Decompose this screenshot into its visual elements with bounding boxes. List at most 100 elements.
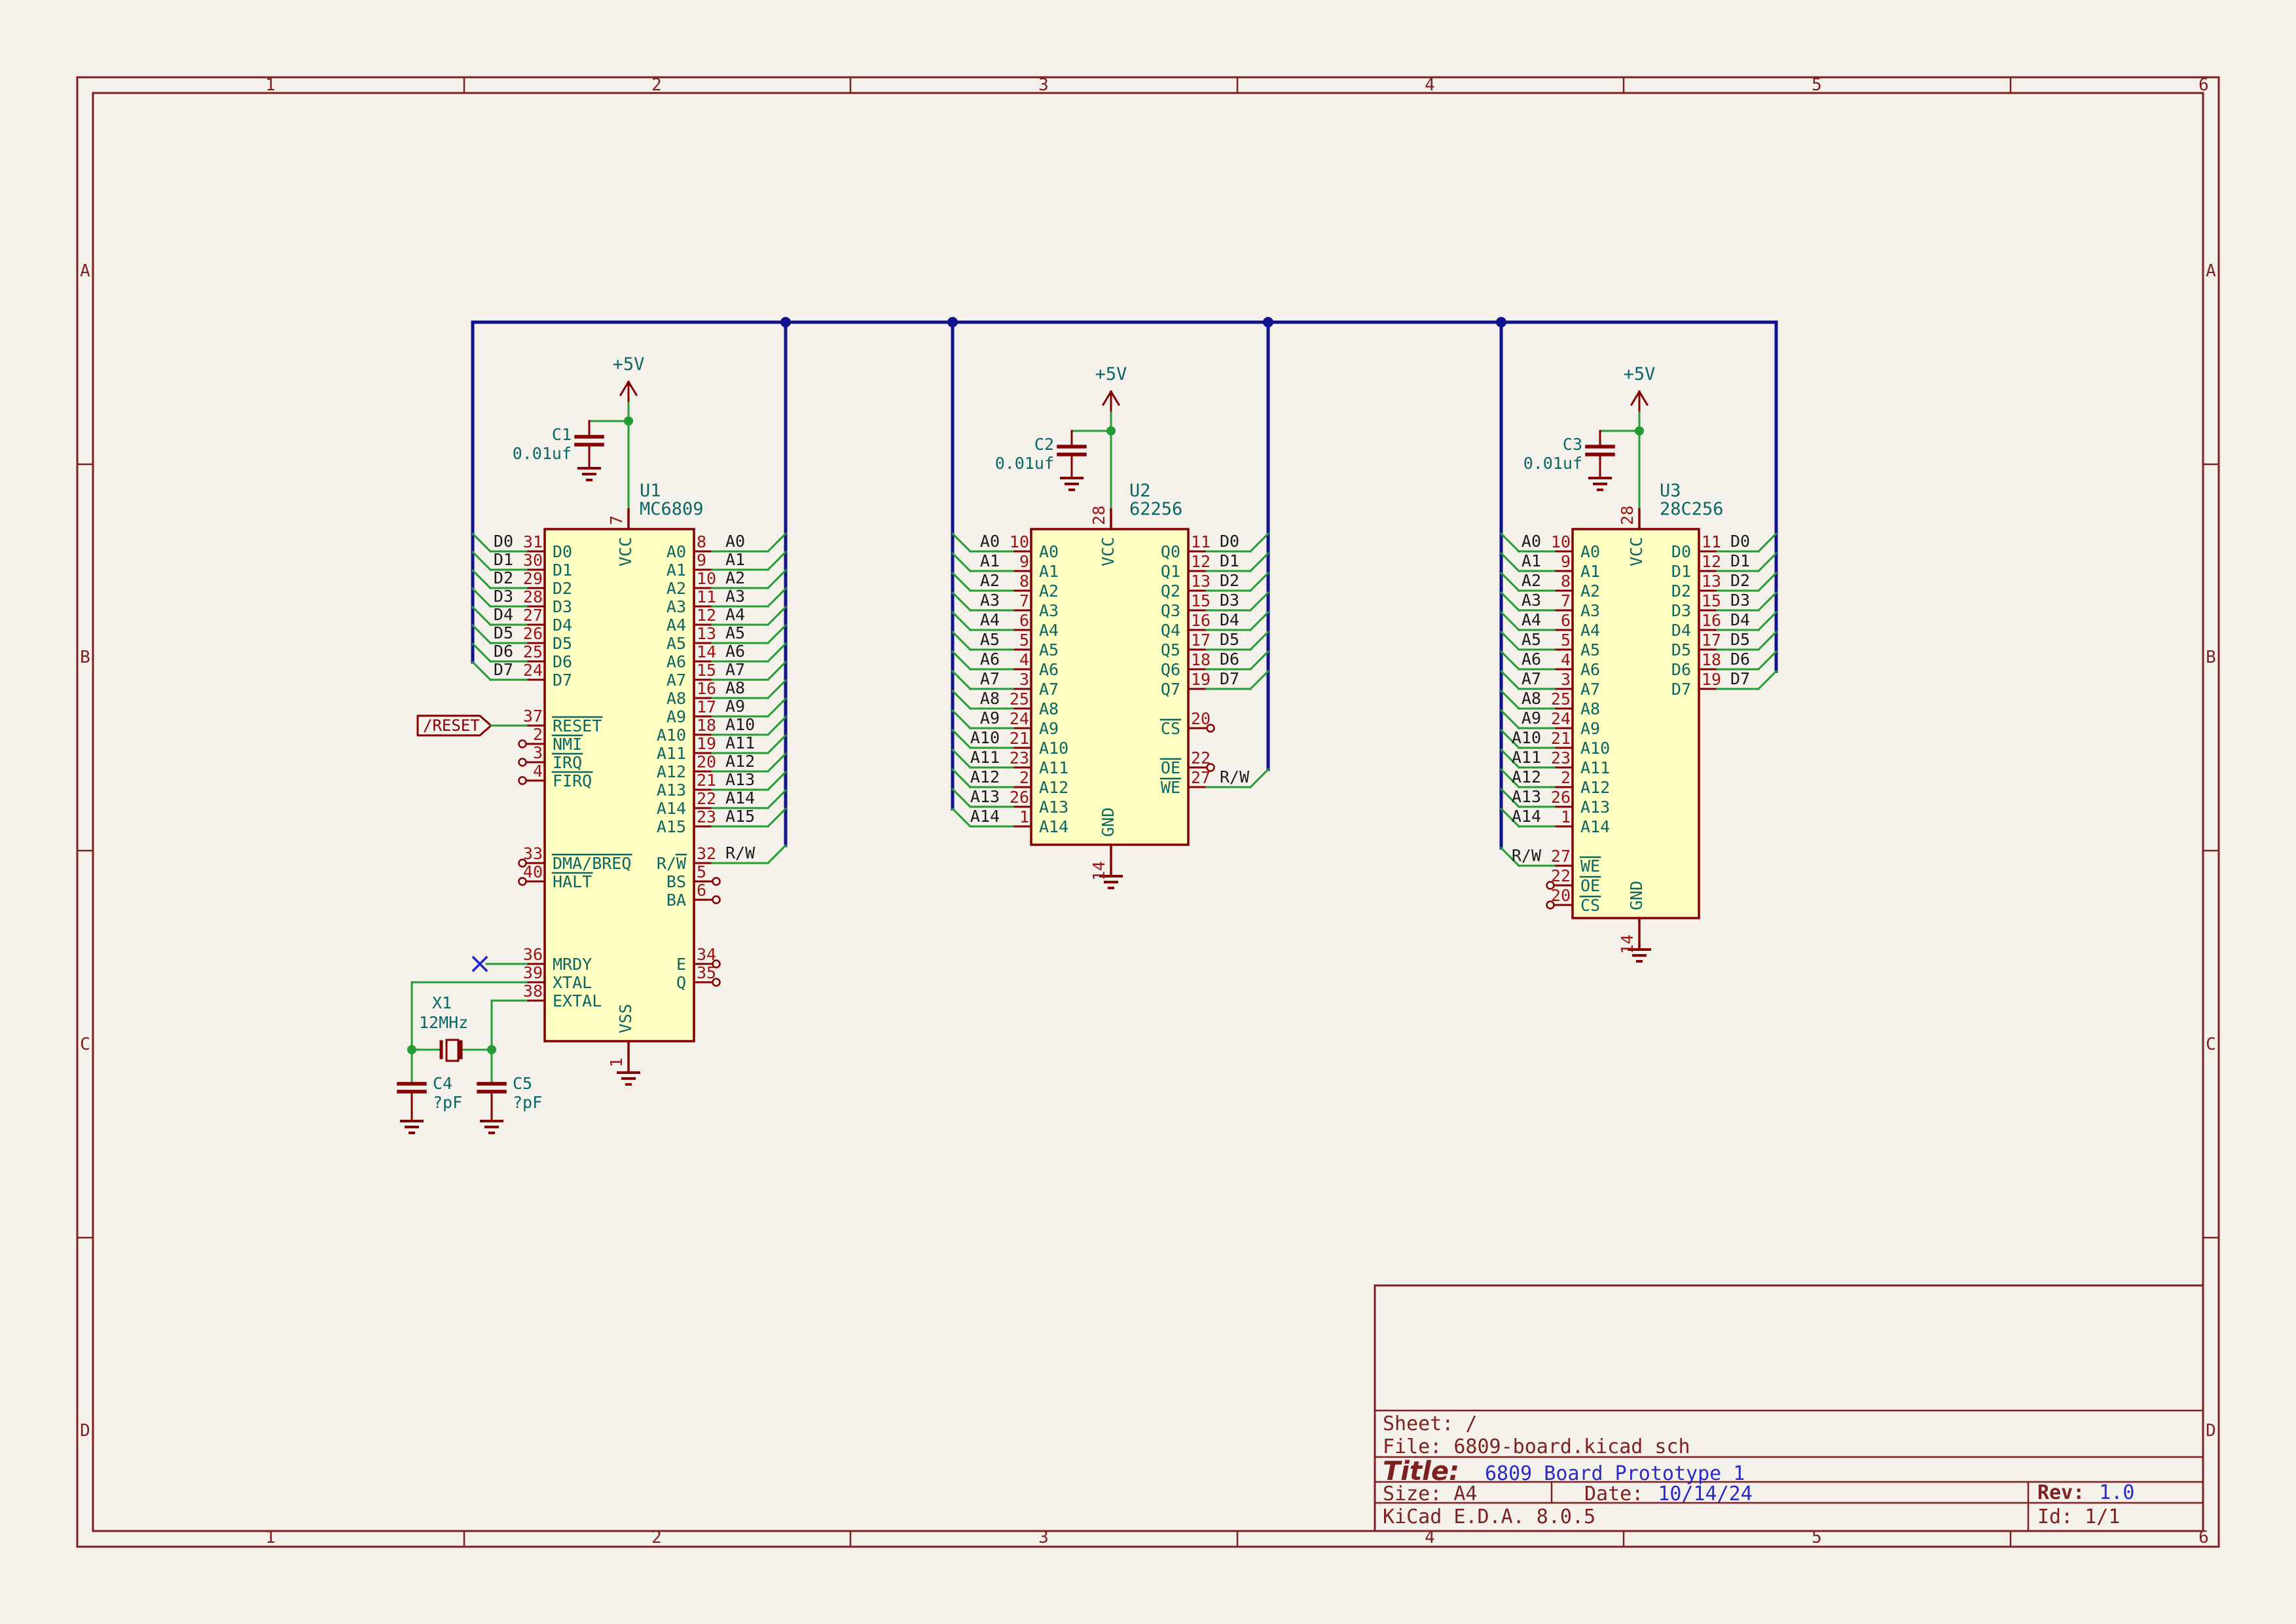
cap-value[interactable]: 0.01uf	[1523, 454, 1582, 473]
bus-entry[interactable]	[953, 612, 970, 630]
net-label-R/W[interactable]: R/W	[1512, 846, 1542, 865]
power-flag-arrow[interactable]	[1631, 392, 1639, 405]
power-flag-label[interactable]: +5V	[1095, 364, 1127, 384]
bus-entry[interactable]	[473, 644, 490, 661]
bus-entry[interactable]	[953, 652, 970, 669]
bus-entry[interactable]	[1501, 652, 1519, 669]
net-label-A10[interactable]: A10	[725, 715, 755, 734]
bus-entry[interactable]	[1758, 573, 1776, 591]
net-label-A12[interactable]: A12	[970, 767, 1000, 786]
bus-entry[interactable]	[768, 625, 786, 643]
bus-entry[interactable]	[1501, 612, 1519, 630]
net-label-A5[interactable]: A5	[725, 623, 745, 642]
ic-U2-value[interactable]: 62256	[1129, 499, 1182, 519]
net-label-D3[interactable]: D3	[1730, 591, 1750, 610]
bus-entry[interactable]	[768, 809, 786, 826]
bus-entry[interactable]	[953, 750, 970, 767]
bus-entry[interactable]	[768, 570, 786, 588]
net-label-D4[interactable]: D4	[1730, 610, 1750, 629]
bus-entry[interactable]	[953, 632, 970, 650]
net-label-D3[interactable]: D3	[494, 587, 513, 606]
net-label-A13[interactable]: A13	[725, 770, 755, 789]
bus-entry[interactable]	[768, 845, 786, 863]
power-flag-arrow[interactable]	[1103, 392, 1111, 405]
net-label-A14[interactable]: A14	[1512, 807, 1541, 826]
net-label-D2[interactable]: D2	[1220, 571, 1239, 590]
bus-entry[interactable]	[1250, 534, 1268, 551]
bus-entry[interactable]	[1250, 671, 1268, 689]
bus-entry[interactable]	[1758, 612, 1776, 630]
ic-U1-value[interactable]: MC6809	[640, 499, 704, 519]
bus-entry[interactable]	[953, 534, 970, 551]
bus-entry[interactable]	[473, 625, 490, 643]
crystal-value[interactable]: 12MHz	[419, 1013, 468, 1032]
power-flag-label[interactable]: +5V	[613, 354, 645, 375]
net-label-D0[interactable]: D0	[494, 532, 513, 551]
net-label-A7[interactable]: A7	[980, 669, 1000, 688]
net-label-A7[interactable]: A7	[1522, 669, 1541, 688]
bus-entry[interactable]	[1501, 553, 1519, 571]
bus-entry[interactable]	[768, 717, 786, 735]
bus-entry[interactable]	[1501, 710, 1519, 728]
net-label-D3[interactable]: D3	[1220, 591, 1239, 610]
bus-entry[interactable]	[1250, 553, 1268, 571]
net-label-R/W[interactable]: R/W	[1220, 767, 1250, 786]
bus-entry[interactable]	[1250, 612, 1268, 630]
crystal-x1-body[interactable]	[446, 1040, 458, 1061]
net-label-A2[interactable]: A2	[980, 571, 1000, 590]
net-label-A3[interactable]: A3	[1522, 591, 1541, 610]
net-label-A0[interactable]: A0	[725, 532, 745, 551]
net-label-A11[interactable]: A11	[725, 733, 755, 752]
net-label-R/W[interactable]: R/W	[725, 843, 756, 862]
net-label-D1[interactable]: D1	[1730, 551, 1750, 570]
net-label-A5[interactable]: A5	[980, 630, 1000, 649]
bus-entry[interactable]	[768, 790, 786, 808]
net-label-A15[interactable]: A15	[725, 807, 755, 826]
net-label-A9[interactable]: A9	[980, 709, 1000, 728]
net-label-A6[interactable]: A6	[1522, 650, 1541, 669]
bus-entry[interactable]	[1501, 534, 1519, 551]
net-label-A12[interactable]: A12	[725, 752, 755, 771]
net-label-A9[interactable]: A9	[1522, 709, 1541, 728]
net-label-A12[interactable]: A12	[1512, 767, 1541, 786]
net-label-D0[interactable]: D0	[1730, 532, 1750, 551]
net-label-A7[interactable]: A7	[725, 660, 745, 679]
cap-ref[interactable]: C3	[1563, 435, 1582, 454]
net-label-D2[interactable]: D2	[1730, 571, 1750, 590]
net-label-A8[interactable]: A8	[980, 689, 1000, 708]
bus-entry[interactable]	[768, 552, 786, 570]
net-label-D7[interactable]: D7	[494, 660, 513, 679]
net-label-A4[interactable]: A4	[1522, 610, 1541, 629]
bus-entry[interactable]	[1501, 593, 1519, 610]
bus-entry[interactable]	[768, 534, 786, 551]
bus-entry[interactable]	[1250, 573, 1268, 591]
power-flag-label[interactable]: +5V	[1624, 364, 1656, 384]
net-label-A6[interactable]: A6	[725, 642, 745, 661]
bus-entry[interactable]	[1501, 691, 1519, 709]
cap-value[interactable]: 0.01uf	[513, 444, 572, 463]
bus-junction[interactable]	[1263, 317, 1273, 327]
net-label-D2[interactable]: D2	[494, 568, 513, 587]
bus-entry[interactable]	[1250, 632, 1268, 650]
net-label-D5[interactable]: D5	[1220, 630, 1239, 649]
net-label-A13[interactable]: A13	[970, 787, 1000, 806]
net-label-D5[interactable]: D5	[494, 623, 513, 642]
bus-entry[interactable]	[1501, 573, 1519, 591]
net-label-A10[interactable]: A10	[1512, 728, 1541, 747]
bus-entry[interactable]	[1758, 593, 1776, 610]
net-label-D4[interactable]: D4	[1220, 610, 1239, 629]
bus-entry[interactable]	[1758, 632, 1776, 650]
bus-entry[interactable]	[768, 680, 786, 698]
bus-entry[interactable]	[953, 691, 970, 709]
bus-entry[interactable]	[1758, 652, 1776, 669]
net-label-A8[interactable]: A8	[725, 678, 745, 697]
bus-entry[interactable]	[1250, 652, 1268, 669]
net-label-A5[interactable]: A5	[1522, 630, 1541, 649]
power-flag-arrow[interactable]	[1639, 392, 1647, 405]
net-label-D0[interactable]: D0	[1220, 532, 1239, 551]
net-label-A11[interactable]: A11	[970, 748, 1000, 767]
net-label-D6[interactable]: D6	[1730, 650, 1750, 669]
net-label-A9[interactable]: A9	[725, 697, 745, 716]
bus-entry[interactable]	[768, 662, 786, 680]
bus-entry[interactable]	[473, 662, 490, 680]
